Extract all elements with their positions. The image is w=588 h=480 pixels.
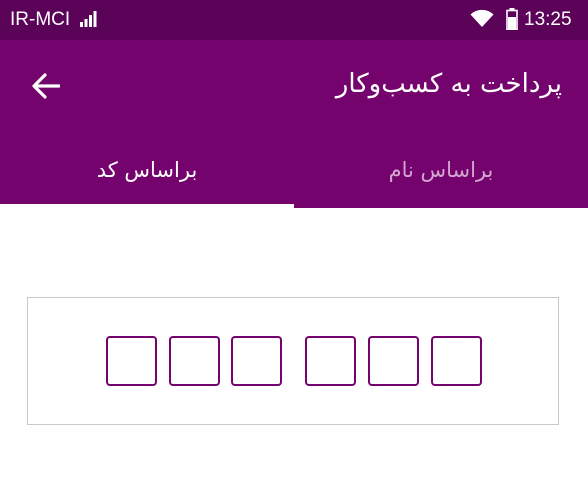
code-digit-box[interactable] [106,336,157,386]
battery-icon [506,8,518,34]
code-input-card [27,297,559,425]
tab-by-code[interactable]: براساس کد [0,142,294,206]
code-digit-box[interactable] [231,336,282,386]
tab-by-name[interactable]: براساس نام [294,142,588,206]
signal-icon [80,11,98,31]
code-digit-box[interactable] [305,336,356,386]
code-digit-box[interactable] [368,336,419,386]
carrier-name: IR-MCI [10,9,71,30]
status-bar: IR-MCI 13:25 [0,0,588,40]
page-title: پرداخت به کسب‌وکار [335,69,562,99]
arrow-left-icon [32,73,60,99]
back-button[interactable] [28,68,64,104]
selected-tab-indicator [0,204,294,208]
code-digit-box[interactable] [169,336,220,386]
status-time: 13:25 [524,9,572,30]
code-digit-box[interactable] [431,336,482,386]
wifi-icon [470,8,494,32]
app-bar: پرداخت به کسب‌وکار براساس نام براساس کد [0,40,588,208]
